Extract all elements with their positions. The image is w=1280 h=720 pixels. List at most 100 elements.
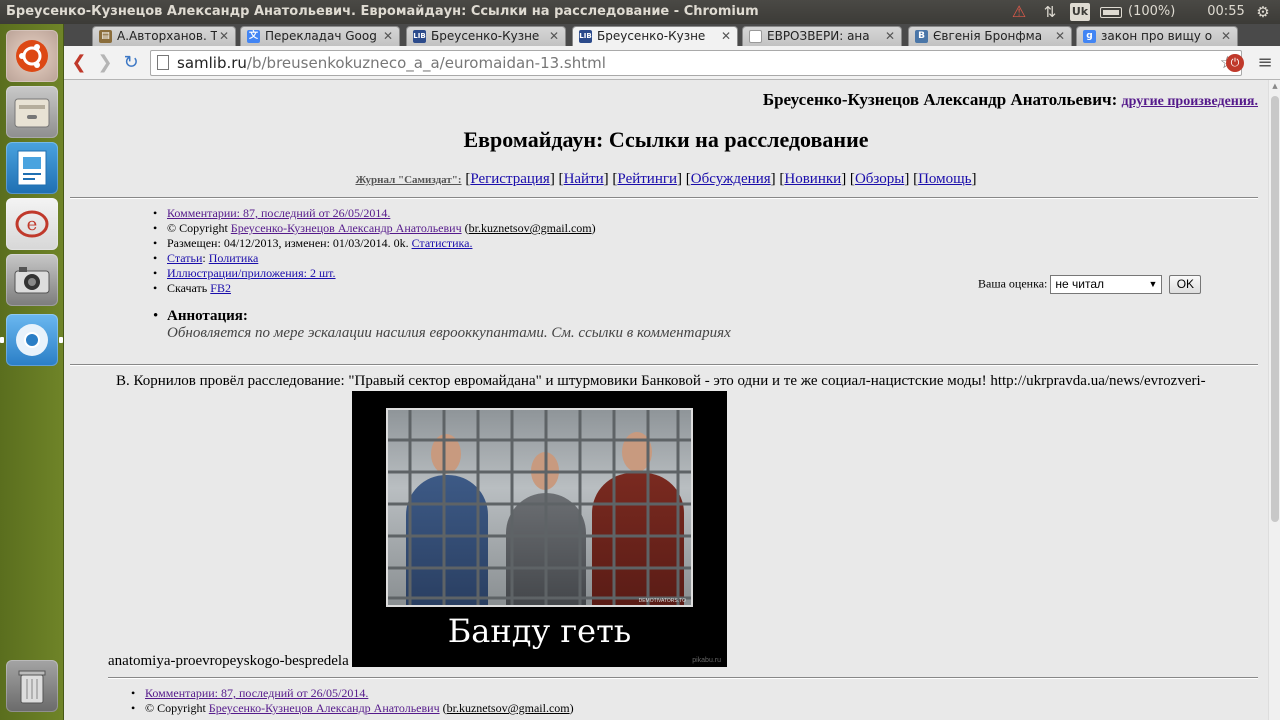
page-icon: [749, 30, 762, 43]
gear-icon[interactable]: ⚙: [1252, 0, 1274, 24]
download-fb2-link[interactable]: FB2: [210, 281, 231, 295]
tab-label: Бреусенко-Кузне: [431, 29, 540, 43]
nav-link-registration[interactable]: Регистрация: [470, 171, 550, 187]
menu-icon[interactable]: ≡: [1256, 52, 1274, 73]
files-icon[interactable]: [6, 86, 58, 138]
genre-link[interactable]: Политика: [209, 251, 259, 265]
tab[interactable]: ▤ А.Авторханов. Те ✕: [92, 26, 236, 46]
network-icon[interactable]: ⇅: [1040, 0, 1060, 24]
keyboard-layout-indicator[interactable]: Uk: [1070, 3, 1090, 21]
scrollbar[interactable]: ▲: [1268, 80, 1280, 720]
comments-link[interactable]: Комментарии: 87, последний от 26/05/2014…: [167, 206, 390, 220]
help-icon[interactable]: e: [6, 198, 58, 250]
samlib-icon: LIB: [579, 30, 592, 43]
address-bar[interactable]: samlib.ru/b/breusenkokuzneco_a_a/euromai…: [150, 50, 1242, 76]
battery-percent: (100%): [1128, 4, 1176, 19]
tab[interactable]: LIB Бреусенко-Кузне ✕: [406, 26, 566, 46]
close-icon[interactable]: ✕: [1221, 27, 1233, 45]
extension-icon[interactable]: ⏻: [1226, 54, 1244, 72]
email-link[interactable]: br.kuznetsov@gmail.com: [447, 701, 570, 715]
chevron-down-icon: ▼: [1148, 279, 1158, 289]
close-icon[interactable]: ✕: [1055, 27, 1067, 45]
tab[interactable]: g закон про вищу о ✕: [1076, 26, 1238, 46]
close-icon[interactable]: ✕: [721, 27, 733, 45]
author-link[interactable]: Бреусенко-Кузнецов Александр Анатольевич: [209, 701, 440, 715]
category-link[interactable]: Статьи: [167, 251, 202, 265]
vk-icon: B: [915, 30, 928, 43]
url-path: /b/breusenkokuzneco_a_a/euromaidan-13.sh…: [246, 54, 606, 72]
author-name: Бреусенко-Кузнецов Александр Анатольевич…: [762, 90, 1118, 109]
comments-link[interactable]: Комментарии: 87, последний от 26/05/2014…: [145, 686, 368, 700]
nav-link-help[interactable]: Помощь: [918, 171, 971, 187]
tab-label: ЕВРОЗВЕРИ: ана: [767, 29, 870, 43]
image-source: pikabu.ru: [692, 657, 721, 664]
copyright-label: © Copyright: [167, 221, 228, 235]
nav-link-discussions[interactable]: Обсуждения: [691, 171, 771, 187]
scroll-up-icon[interactable]: ▲: [1271, 82, 1279, 90]
journal-label-link[interactable]: Журнал "Самиздат":: [355, 174, 461, 186]
active-indicator: [59, 337, 63, 343]
list-item: Размещен: 04/12/2013, изменен: 01/03/201…: [153, 236, 596, 251]
close-icon[interactable]: ✕: [549, 27, 561, 45]
nav-link-new[interactable]: Новинки: [784, 171, 841, 187]
system-top-panel: Бреусенко-Кузнецов Александр Анатольевич…: [0, 0, 1280, 24]
annotation: Аннотация: Обновляется по мере эскалации…: [153, 308, 731, 342]
annotation-label: Аннотация:: [167, 308, 248, 324]
tab-active[interactable]: LIB Бреусенко-Кузне ✕: [572, 26, 738, 46]
cage-bars: DEMOTIVATORS.TO: [388, 410, 691, 605]
running-indicator: [0, 337, 4, 343]
forward-button[interactable]: ❯: [94, 51, 116, 75]
clock[interactable]: 00:55: [1206, 0, 1246, 24]
page-title: Евромайдаун: Ссылки на расследование: [463, 127, 869, 152]
photo: DEMOTIVATORS.TO: [386, 408, 693, 607]
close-icon[interactable]: ✕: [885, 27, 897, 45]
article-text-tail: anatomiya-proevropeyskogo-bespredela: [108, 653, 349, 669]
list-item: Иллюстрации/приложения: 2 шт.: [153, 266, 596, 281]
presentation-icon[interactable]: [6, 142, 58, 194]
tab-strip: ▤ А.Авторханов. Те ✕ 文 Перекладач Goog ✕…: [64, 24, 1280, 46]
download-label: Скачать: [167, 281, 208, 295]
list-item: © Copyright Бреусенко-Кузнецов Александр…: [153, 221, 596, 236]
statistics-link[interactable]: Статистика.: [412, 236, 473, 250]
close-icon[interactable]: ✕: [219, 27, 231, 45]
tab[interactable]: 文 Перекладач Goog ✕: [240, 26, 400, 46]
email-link[interactable]: br.kuznetsov@gmail.com: [469, 221, 592, 235]
demotivator-image[interactable]: DEMOTIVATORS.TO Банду геть pikabu.ru: [352, 391, 727, 667]
nav-link-ratings[interactable]: Рейтинги: [617, 171, 677, 187]
nav-link-reviews[interactable]: Обзоры: [855, 171, 904, 187]
chromium-icon[interactable]: [0, 314, 63, 366]
book-icon: ▤: [99, 30, 112, 43]
battery-indicator[interactable]: (100%): [1100, 0, 1198, 24]
tab-label: Бреусенко-Кузне: [597, 29, 706, 43]
tab-label: Перекладач Goog: [265, 29, 377, 43]
warning-icon[interactable]: ⚠: [1008, 0, 1030, 24]
divider: [108, 677, 1258, 679]
author-link[interactable]: Бреусенко-Кузнецов Александр Анатольевич: [231, 221, 462, 235]
nav-link-search[interactable]: Найти: [564, 171, 604, 187]
list-item: © Copyright Бреусенко-Кузнецов Александр…: [131, 701, 574, 716]
window-title: Бреусенко-Кузнецов Александр Анатольевич…: [6, 4, 759, 19]
other-works-link[interactable]: другие произведения.: [1122, 94, 1258, 109]
article-text: В. Корнилов провёл расследование: "Правы…: [116, 373, 1206, 389]
rating-label: Ваша оценка:: [978, 276, 1048, 291]
camera-icon[interactable]: [6, 254, 58, 306]
tab[interactable]: B Євгенія Бронфма ✕: [908, 26, 1072, 46]
close-icon[interactable]: ✕: [383, 27, 395, 45]
scroll-thumb[interactable]: [1271, 96, 1279, 522]
tab-label: А.Авторханов. Те: [117, 29, 217, 43]
rating-select[interactable]: не читал ▼: [1050, 275, 1163, 294]
translate-icon: 文: [247, 30, 260, 43]
url-text: samlib.ru/b/breusenkokuzneco_a_a/euromai…: [177, 51, 606, 75]
reload-button[interactable]: ↻: [120, 51, 142, 75]
annotation-text: Обновляется по мере эскалации насилия ев…: [167, 325, 731, 341]
posted-info: Размещен: 04/12/2013, изменен: 01/03/201…: [167, 236, 409, 250]
url-host: samlib.ru: [177, 54, 247, 72]
back-button[interactable]: ❮: [68, 51, 90, 75]
tab[interactable]: ЕВРОЗВЕРИ: ана ✕: [742, 26, 902, 46]
illustrations-link[interactable]: Иллюстрации/приложения: 2 шт.: [167, 266, 336, 280]
trash-icon[interactable]: [6, 660, 58, 712]
divider: [70, 197, 1258, 199]
list-item: Комментарии: 87, последний от 26/05/2014…: [131, 686, 574, 701]
ok-button[interactable]: OK: [1169, 275, 1202, 294]
ubuntu-dash-icon[interactable]: [6, 30, 58, 82]
